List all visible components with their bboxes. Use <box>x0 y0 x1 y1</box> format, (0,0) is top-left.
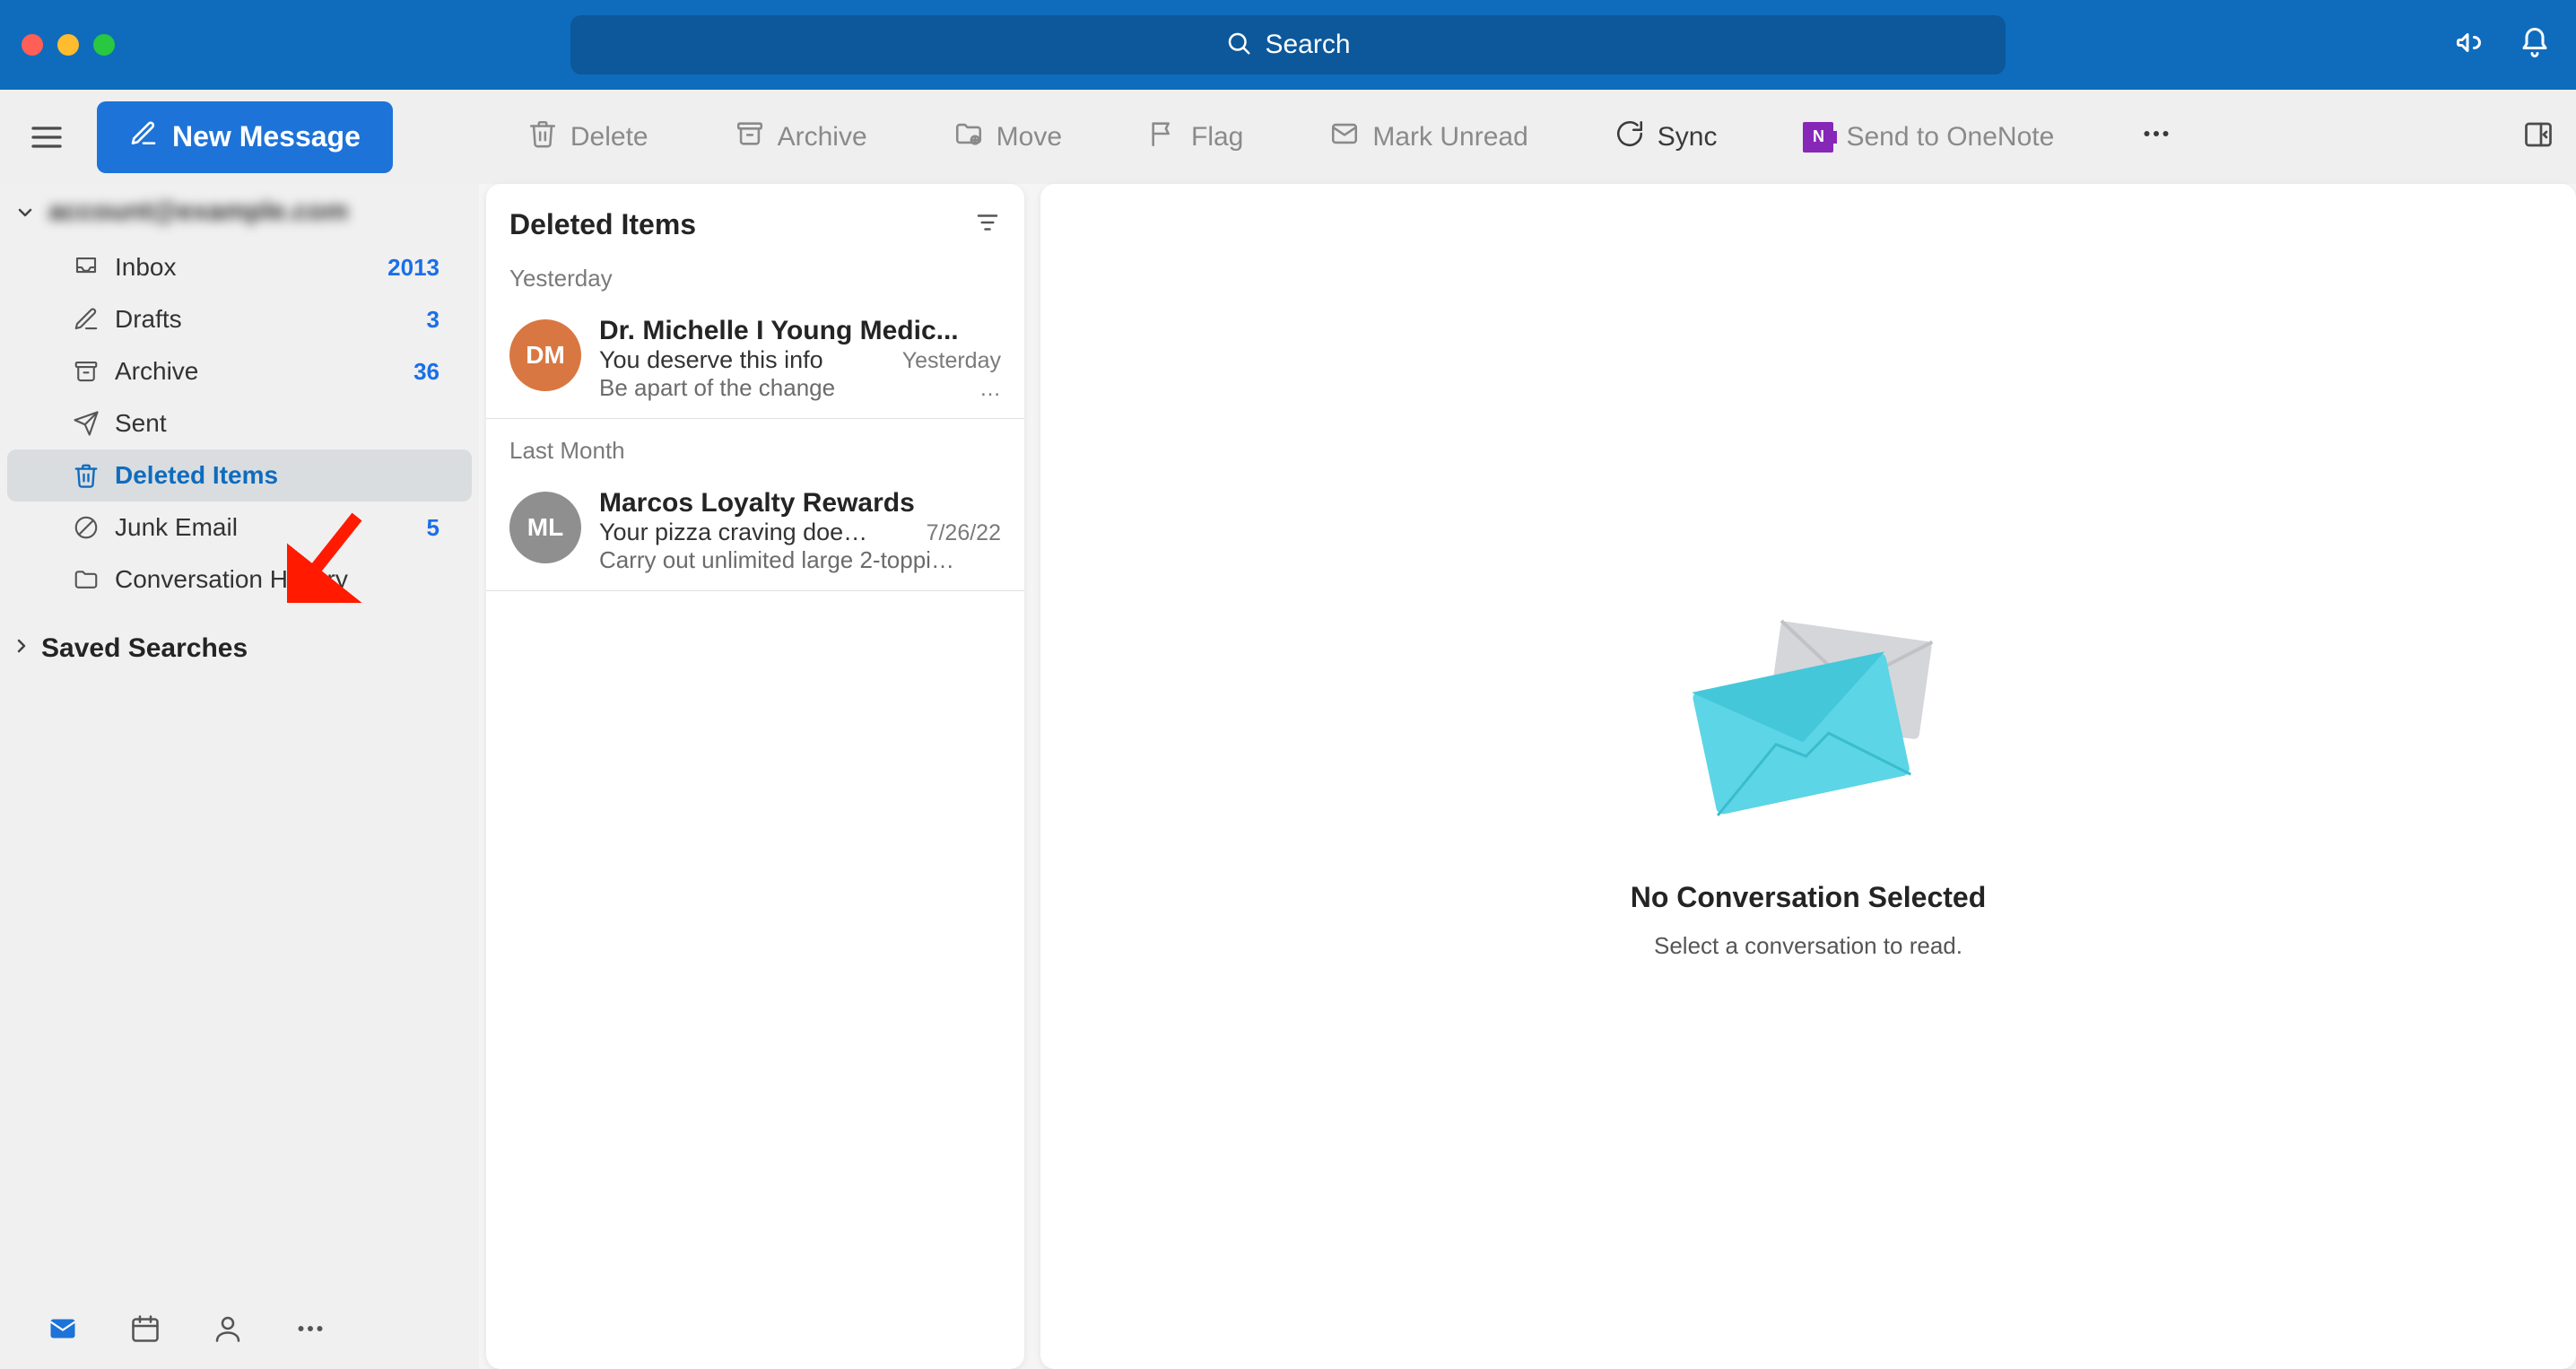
title-bar: Search <box>0 0 2576 90</box>
calendar-module-button[interactable] <box>126 1309 165 1348</box>
folder-label: Conversation History <box>115 565 418 594</box>
empty-subtitle: Select a conversation to read. <box>1654 932 1962 960</box>
folder-sent[interactable]: Sent <box>7 397 472 449</box>
search-input[interactable]: Search <box>570 15 2006 74</box>
group-label-yesterday: Yesterday <box>486 265 1024 303</box>
trash-icon <box>527 118 558 156</box>
message-preview: Carry out unlimited large 2-toppi… <box>599 546 990 574</box>
mark-unread-label: Mark Unread <box>1372 122 1527 153</box>
search-placeholder: Search <box>1265 30 1350 60</box>
folder-conversation-history[interactable]: Conversation History <box>7 554 472 606</box>
mark-unread-button[interactable]: Mark Unread <box>1311 110 1545 164</box>
message-extra: … <box>979 377 1001 402</box>
folder-label: Archive <box>115 357 392 386</box>
message-item[interactable]: DM Dr. Michelle I Young Medic... You des… <box>486 303 1024 419</box>
message-item[interactable]: ML Marcos Loyalty Rewards Your pizza cra… <box>486 475 1024 591</box>
message-preview: Be apart of the change <box>599 374 969 402</box>
group-label-last-month: Last Month <box>486 419 1024 475</box>
move-icon <box>953 118 984 156</box>
sync-label: Sync <box>1658 122 1718 153</box>
mail-module-button[interactable] <box>43 1309 83 1348</box>
reading-pane: No Conversation Selected Select a conver… <box>1040 184 2576 1369</box>
folder-count: 36 <box>413 358 439 386</box>
flag-button[interactable]: Flag <box>1130 110 1261 164</box>
reading-pane-toggle[interactable] <box>2522 118 2554 155</box>
folder-label: Inbox <box>115 253 366 282</box>
folder-count: 3 <box>427 306 439 334</box>
compose-icon <box>129 119 158 155</box>
folder-label: Drafts <box>115 305 405 334</box>
people-module-button[interactable] <box>208 1309 248 1348</box>
sync-button[interactable]: Sync <box>1597 110 1736 164</box>
more-horizontal-icon <box>2140 118 2172 157</box>
message-date: 7/26/22 <box>927 520 1001 546</box>
sent-icon <box>72 409 100 438</box>
folder-count: 5 <box>427 514 439 542</box>
saved-searches-toggle[interactable]: Saved Searches <box>0 622 479 676</box>
folder-archive[interactable]: Archive 36 <box>7 345 472 397</box>
empty-illustration-icon <box>1665 594 1952 863</box>
message-subject: You deserve this info <box>599 346 892 374</box>
window-close-button[interactable] <box>22 34 43 56</box>
command-bar: New Message Delete Archive Move <box>0 90 2576 184</box>
window-minimize-button[interactable] <box>57 34 79 56</box>
folder-icon <box>72 565 100 594</box>
hamburger-button[interactable] <box>22 112 72 162</box>
archive-button[interactable]: Archive <box>717 110 885 164</box>
inbox-icon <box>72 253 100 282</box>
folder-junk[interactable]: Junk Email 5 <box>7 501 472 554</box>
message-sender: Marcos Loyalty Rewards <box>599 488 1001 519</box>
account-toggle[interactable]: account@example.com <box>0 184 479 241</box>
account-label: account@example.com <box>48 196 468 229</box>
notifications-icon[interactable] <box>2519 27 2551 64</box>
new-message-label: New Message <box>172 120 361 153</box>
window-controls <box>22 34 115 56</box>
mail-unread-icon <box>1329 118 1360 156</box>
move-label: Move <box>996 122 1062 153</box>
delete-button[interactable]: Delete <box>509 110 666 164</box>
search-icon <box>1225 30 1252 61</box>
send-to-onenote-button[interactable]: N Send to OneNote <box>1785 110 2072 164</box>
module-switcher <box>0 1288 479 1369</box>
chevron-right-icon <box>11 633 32 664</box>
send-onenote-label: Send to OneNote <box>1846 122 2054 153</box>
message-sender: Dr. Michelle I Young Medic... <box>599 316 1001 346</box>
message-date: Yesterday <box>902 348 1001 374</box>
more-modules-button[interactable] <box>291 1309 330 1348</box>
folder-label: Deleted Items <box>115 461 418 490</box>
filter-button[interactable] <box>974 209 1001 240</box>
folder-label: Junk Email <box>115 513 405 542</box>
window-maximize-button[interactable] <box>93 34 115 56</box>
drafts-icon <box>72 305 100 334</box>
move-button[interactable]: Move <box>936 110 1080 164</box>
junk-icon <box>72 513 100 542</box>
folder-drafts[interactable]: Drafts 3 <box>7 293 472 345</box>
avatar: ML <box>509 492 581 563</box>
message-subject: Your pizza craving doe… <box>599 519 916 546</box>
more-actions-button[interactable] <box>2122 110 2190 164</box>
archive-icon <box>735 118 765 156</box>
sync-icon <box>1614 118 1645 156</box>
flag-label: Flag <box>1191 122 1243 153</box>
onenote-icon: N <box>1803 122 1833 153</box>
trash-folder-icon <box>72 461 100 490</box>
saved-searches-label: Saved Searches <box>41 633 248 664</box>
message-list-pane: Deleted Items Yesterday DM Dr. Michelle … <box>486 184 1024 1369</box>
archive-folder-icon <box>72 357 100 386</box>
announce-icon[interactable] <box>2454 27 2486 64</box>
folder-count: 2013 <box>387 254 439 282</box>
folder-label: Sent <box>115 409 418 438</box>
folder-sidebar: account@example.com Inbox 2013 Drafts 3 <box>0 184 479 1369</box>
delete-label: Delete <box>570 122 648 153</box>
empty-title: No Conversation Selected <box>1631 881 1987 914</box>
flag-icon <box>1148 118 1179 156</box>
avatar: DM <box>509 319 581 391</box>
chevron-down-icon <box>11 198 39 227</box>
message-list-title: Deleted Items <box>509 208 696 241</box>
folder-inbox[interactable]: Inbox 2013 <box>7 241 472 293</box>
new-message-button[interactable]: New Message <box>97 101 393 173</box>
folder-deleted-items[interactable]: Deleted Items <box>7 449 472 501</box>
archive-label: Archive <box>778 122 867 153</box>
